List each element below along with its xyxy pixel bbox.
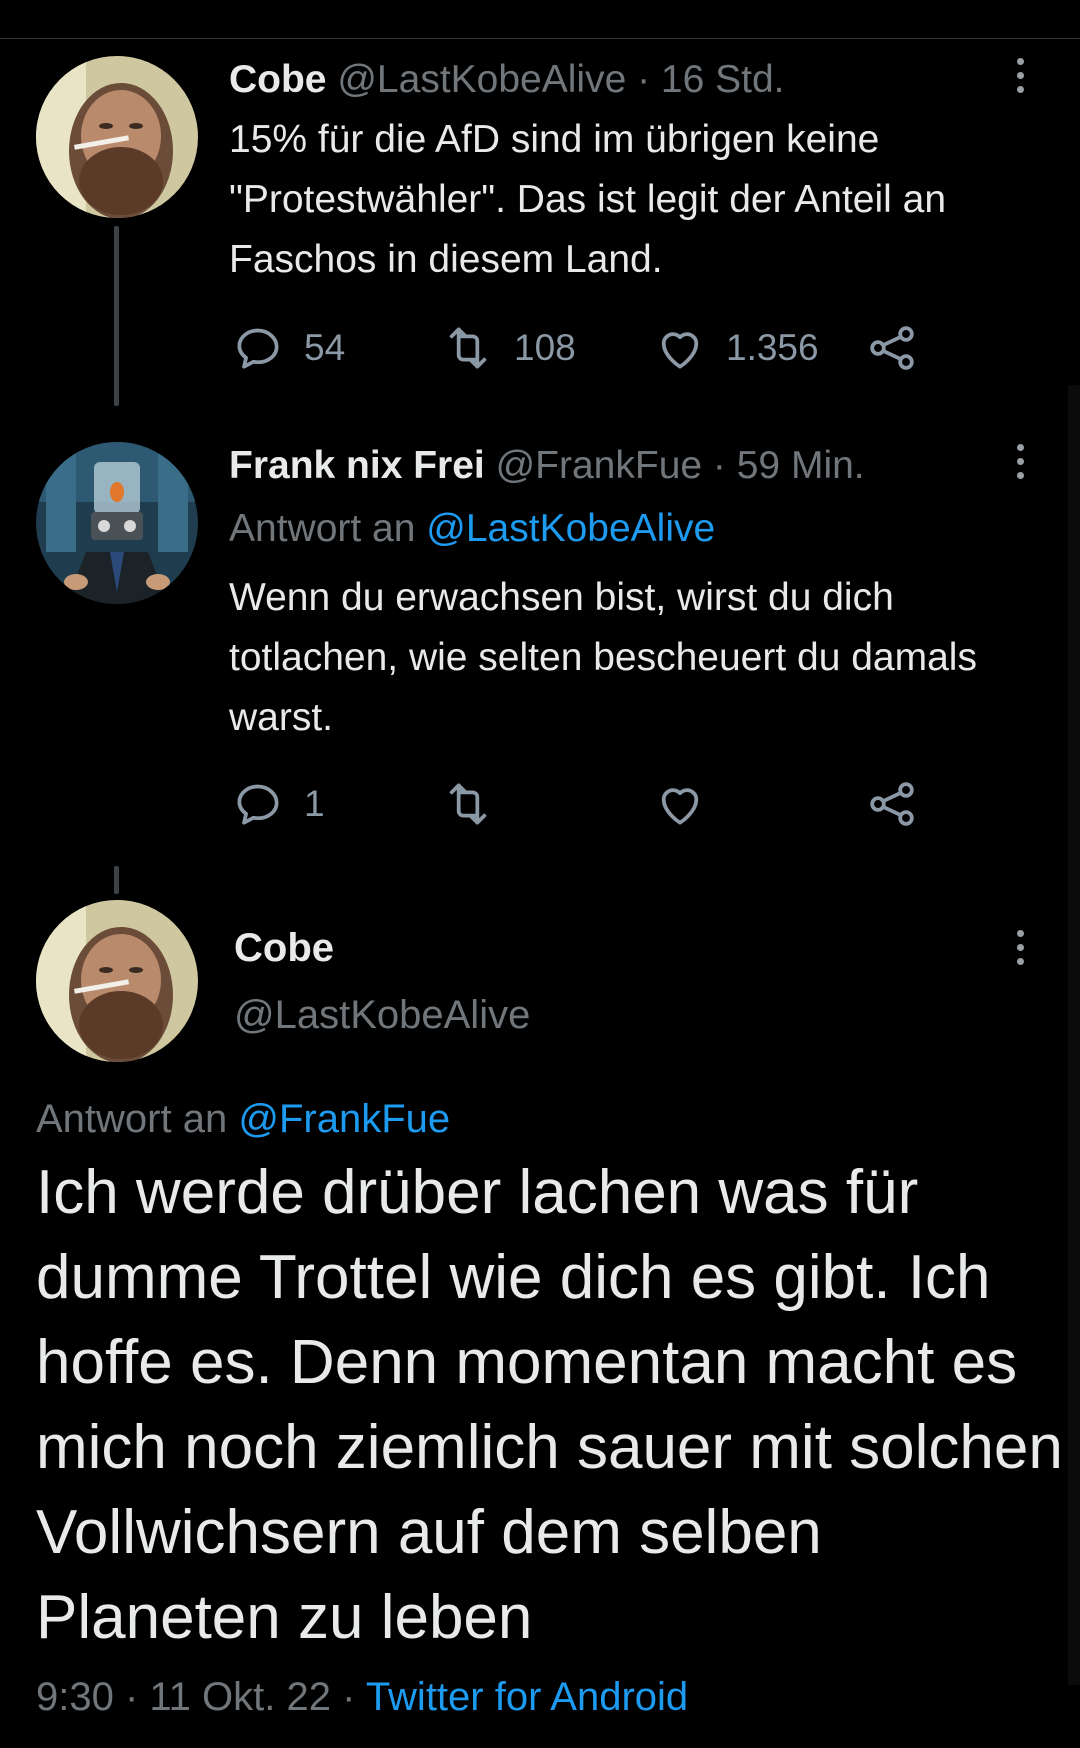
share-button[interactable] <box>864 776 920 832</box>
avatar-frank[interactable] <box>36 442 198 604</box>
more-icon[interactable] <box>1010 444 1030 488</box>
like-button[interactable] <box>652 776 708 832</box>
tweet1-handle[interactable]: @LastKobeAlive <box>337 58 626 101</box>
share-icon <box>870 782 914 826</box>
retweet-icon <box>449 327 487 369</box>
reply-button[interactable]: 1 <box>230 776 325 832</box>
avatar-cobe[interactable] <box>36 900 198 1062</box>
more-icon[interactable] <box>1010 930 1030 974</box>
tweet2-name[interactable]: Frank nix Frei <box>229 444 485 487</box>
tweet3-handle[interactable]: @LastKobeAlive <box>234 993 530 1038</box>
reply-icon <box>237 328 279 369</box>
like-count: 1.356 <box>726 327 819 368</box>
avatar-cobe[interactable] <box>36 56 198 218</box>
tweet3-source[interactable]: Twitter for Android <box>366 1675 688 1719</box>
reply-button[interactable]: 54 <box>230 320 345 376</box>
reply-icon <box>237 784 279 825</box>
tweet2-handle[interactable]: @FrankFue <box>496 444 702 487</box>
share-button[interactable] <box>864 320 920 376</box>
tweet3-reply-to: Antwort an @FrankFue <box>36 1097 450 1142</box>
tweet2-text: Wenn du erwachsen bist, wirst du dich to… <box>229 576 977 739</box>
like-icon <box>661 788 699 825</box>
tweet2-time[interactable]: · 59 Min. <box>713 444 865 487</box>
reply-prefix: Antwort an <box>36 1097 228 1141</box>
reply-handle-link[interactable]: @LastKobeAlive <box>426 507 715 550</box>
thread-line <box>114 226 119 406</box>
retweet-icon <box>449 783 487 825</box>
reply-count: 1 <box>304 783 325 824</box>
tweet3-footer: 9:30 · 11 Okt. 22 · Twitter for Android <box>36 1675 688 1720</box>
share-icon <box>870 326 914 370</box>
retweet-count: 108 <box>514 327 576 368</box>
top-divider <box>0 38 1080 39</box>
thread-line <box>114 866 119 894</box>
tweet1-name[interactable]: Cobe <box>229 58 327 101</box>
tweet3-timestamp[interactable]: 9:30 · 11 Okt. 22 · <box>36 1675 355 1719</box>
tweet2-header: Frank nix Frei @FrankFue · 59 Min. <box>229 444 865 488</box>
retweet-button[interactable]: 108 <box>440 320 576 376</box>
retweet-button[interactable] <box>440 776 496 832</box>
tweet1-text: 15% für die AfD sind im übrigen keine "P… <box>229 118 947 281</box>
reply-handle-link[interactable]: @FrankFue <box>238 1097 450 1141</box>
tweet3-name[interactable]: Cobe <box>234 926 334 971</box>
tweet1-time[interactable]: · 16 Std. <box>637 58 784 101</box>
tweet3-text: Ich werde drüber lachen was für dumme Tr… <box>36 1158 1063 1652</box>
tweet1-header: Cobe @LastKobeAlive · 16 Std. <box>229 58 785 102</box>
like-button[interactable]: 1.356 <box>652 320 819 376</box>
scrollbar-track[interactable] <box>1068 385 1080 1685</box>
like-icon <box>661 332 699 369</box>
reply-prefix: Antwort an <box>229 507 416 550</box>
reply-count: 54 <box>304 327 346 368</box>
more-icon[interactable] <box>1010 58 1030 102</box>
tweet2-reply-to: Antwort an @LastKobeAlive <box>229 507 715 551</box>
